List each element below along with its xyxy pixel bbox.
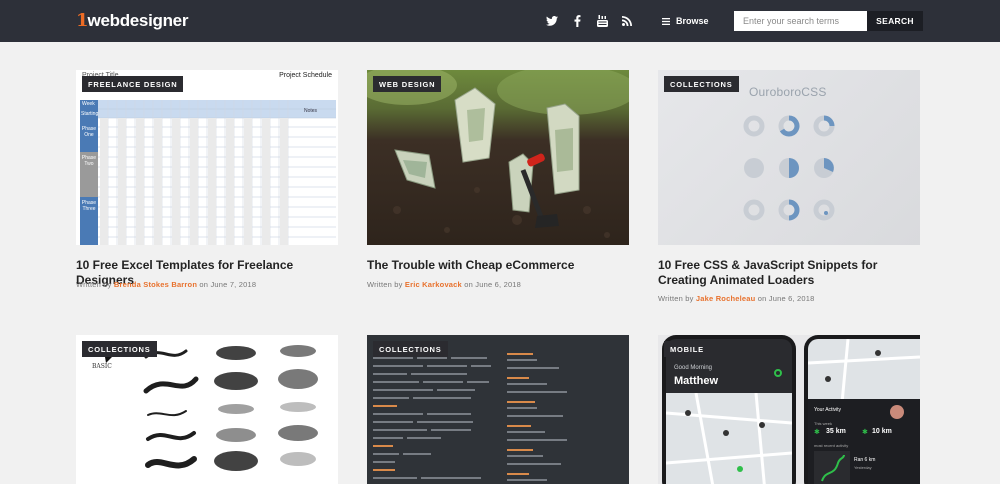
week-label: This week [814,421,833,426]
rss-icon[interactable] [620,14,634,28]
status-dot [774,369,782,377]
search-input[interactable] [734,11,867,31]
activity-date: Yesterday [854,465,872,470]
article-thumbnail[interactable]: Good Morning Matthew Your Activity This … [658,335,920,484]
article-card[interactable]: Good Morning Matthew Your Activity This … [658,335,920,484]
route-thumbnail [814,451,850,484]
article-thumbnail[interactable]: OuroboroCSS COLLECTIONS [658,70,920,245]
hamburger-icon [662,17,670,25]
byline-prefix: Written by [367,280,403,289]
code-editor-illustration [373,353,567,481]
logo-wordmark: webdesigner [87,11,189,30]
article-byline: Written by Brenda Stokes Barron on June … [76,280,256,289]
brush-strokes-illustration [104,345,318,471]
activity-heading: Your Activity [814,407,842,413]
article-thumbnail[interactable]: Project Title Project Schedule [76,70,338,245]
ride-distance: 10 km [872,428,892,435]
twitter-icon[interactable] [545,14,559,28]
category-badge[interactable]: COLLECTIONS [664,76,739,92]
money-plants-illustration [367,70,629,238]
user-name: Matthew [674,375,718,387]
facebook-icon[interactable] [570,14,584,28]
category-badge[interactable]: COLLECTIONS [373,341,448,357]
category-badge[interactable]: MOBILE [664,341,710,357]
recent-label: most recent activity [814,443,849,448]
phone-left: Good Morning Matthew [662,335,796,484]
map-illustration [808,339,920,403]
map-illustration [666,393,792,484]
category-badge[interactable]: WEB DESIGN [373,76,442,92]
avatar [890,405,904,419]
article-byline: Written by Jake Rocheleau on June 6, 201… [658,294,815,303]
article-card[interactable]: OuroboroCSS COLLECTIONS 10 Free CSS & Ja… [658,70,920,310]
row-week-label: Week [82,101,95,107]
byline-on: on [199,280,209,289]
greeting-text: Good Morning [674,365,713,371]
byline-prefix: Written by [658,294,694,303]
site-logo[interactable]: 1 webdesigner [76,10,188,32]
logo-number: 1 [76,10,88,31]
row-starting-label: Starting [81,111,99,117]
author-link[interactable]: Brenda Stokes Barron [114,280,197,289]
youtube-icon[interactable] [595,14,609,28]
article-title[interactable]: The Trouble with Cheap eCommerce [367,258,629,273]
byline-prefix: Written by [76,280,112,289]
activity-title: Ran 6 km [854,457,876,463]
article-thumbnail[interactable]: BASIC COLLECTIONS [76,335,338,484]
spreadsheet-illustration [80,100,336,245]
article-thumbnail[interactable]: WEB DESIGN [367,70,629,245]
byline-on: on [464,280,473,289]
article-card[interactable]: WEB DESIGN The Trouble with Cheap eComme… [367,70,629,300]
category-badge[interactable]: FREELANCE DESIGN [82,76,184,92]
run-distance: 35 km [826,428,846,435]
bike-icon: ✱ [862,429,868,436]
article-title[interactable]: 10 Free CSS & JavaScript Snippets for Cr… [658,258,920,288]
article-byline: Written by Eric Karkovack on June 6, 201… [367,280,521,289]
article-date: June 6, 2018 [475,280,522,289]
loader-grid-illustration [743,115,835,221]
article-thumbnail[interactable]: COLLECTIONS [367,335,629,484]
phase-one-label: Phase One [81,126,97,138]
route-icon [821,454,845,482]
category-badge[interactable]: COLLECTIONS [82,341,157,357]
article-card[interactable]: COLLECTIONS [367,335,629,484]
search-button[interactable]: SEARCH [867,11,923,31]
article-date: June 7, 2018 [210,280,257,289]
browse-label: Browse [676,16,709,26]
phone-right: Your Activity This week 35 km 10 km ✱ ✱ … [804,335,920,484]
byline-on: on [757,294,767,303]
run-icon: ✱ [814,429,820,436]
author-link[interactable]: Jake Rocheleau [696,294,756,303]
browse-menu[interactable]: Browse [662,14,709,28]
phase-three-label: Phase Three [81,200,97,212]
top-navigation-bar: 1 webdesigner Browse SEARCH [0,0,1000,42]
article-date: June 6, 2018 [768,294,815,303]
phase-two-label: Phase Two [81,155,97,167]
author-link[interactable]: Eric Karkovack [405,280,462,289]
article-card[interactable]: BASIC COLLECTIONS [76,335,338,484]
article-card[interactable]: Project Title Project Schedule [76,70,338,300]
notes-label: Notes [304,108,318,114]
